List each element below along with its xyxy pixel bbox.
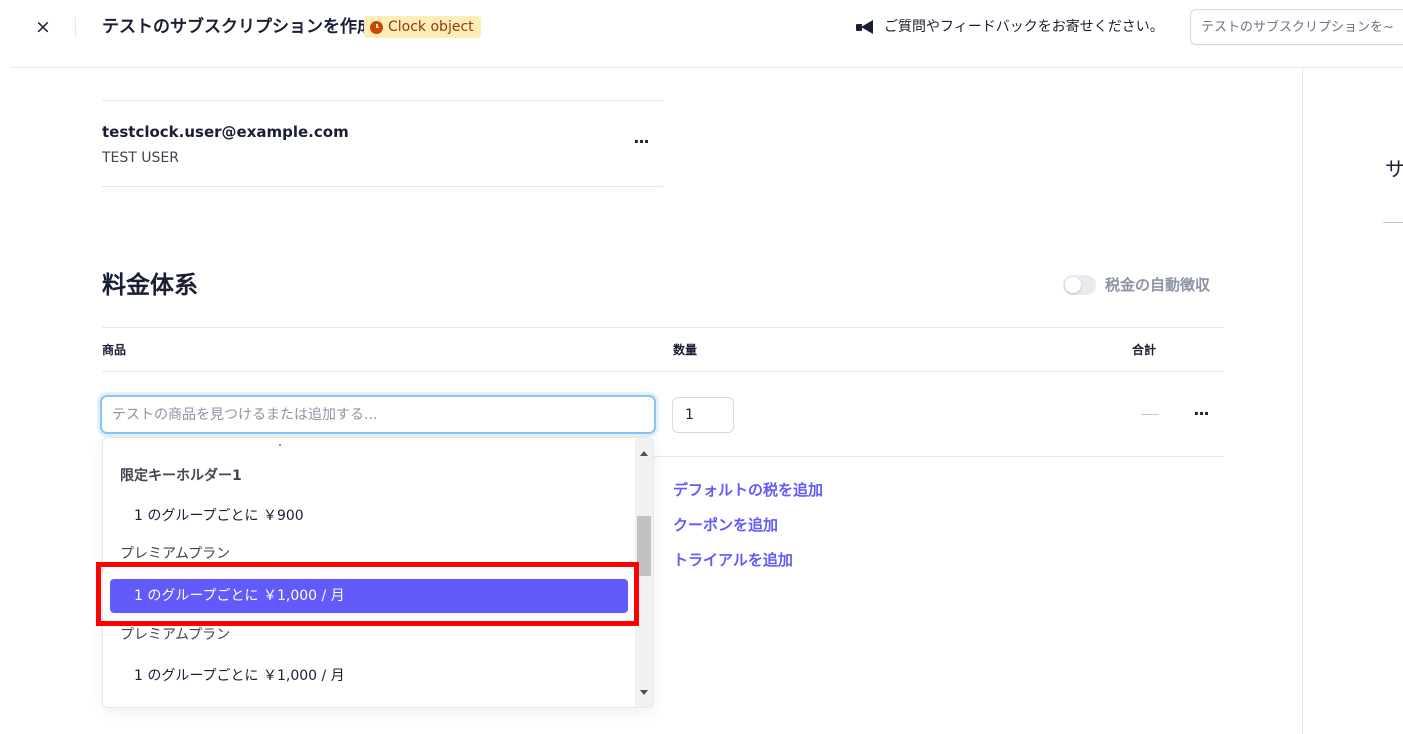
feedback-label: ご質問やフィードバックをお寄せください。 [884,19,1164,35]
product-search-input[interactable] [100,395,656,434]
customer-email: testclock.user@example.com [102,123,349,141]
table-row-divider [654,456,1224,457]
right-panel-dash [1383,222,1403,223]
header-divider-line [10,67,1403,68]
dropdown-group-label: プレミアムプラン [120,546,231,562]
clock-object-label: Clock object [388,19,474,35]
feedback-link[interactable]: ご質問やフィードバックをお寄せください。 [856,15,1164,39]
column-header-product: 商品 [102,343,127,357]
auto-tax-label: 税金の自動徴収 [1105,276,1211,294]
customer-name: TEST USER [102,150,179,166]
auto-tax-toggle-group: 税金の自動徴収 [1063,274,1210,295]
close-icon[interactable]: × [30,14,56,40]
dropdown-group-label: プレミアムプラン [120,627,231,643]
pricing-section-title: 料金体系 [102,271,198,299]
scrollbar-thumb[interactable] [637,516,651,576]
dropdown-scroll-hint [279,444,281,446]
line-item-more-icon[interactable]: ··· [1189,406,1213,427]
dropdown-group-label: 限定キーホルダー1 [120,468,242,484]
megaphone-icon [856,20,876,34]
dropdown-option[interactable]: 1 のグループごとに ￥900 [134,506,653,526]
auto-tax-toggle[interactable] [1063,274,1096,295]
clock-object-badge[interactable]: Clock object [364,16,481,38]
dropdown-option[interactable]: 1 のグループごとに ￥1,000 / 月 [134,666,653,686]
quantity-input[interactable] [672,397,734,433]
add-coupon-link[interactable]: クーポンを追加 [673,515,778,535]
clock-icon [370,20,383,34]
header-divider [75,17,76,37]
right-panel-divider [1302,68,1303,734]
total-empty-dash [1141,414,1159,415]
customer-card: testclock.user@example.com TEST USER ··· [102,100,663,187]
product-dropdown: 限定キーホルダー1 1 のグループごとに ￥900 プレミアムプラン 1 のグル… [102,437,654,708]
product-dropdown-list: 限定キーホルダー1 1 のグループごとに ￥900 プレミアムプラン 1 のグル… [103,438,635,707]
top-header: × テストのサブスクリプションを作成 Clock object ご質問やフィード… [0,0,1403,56]
add-trial-link[interactable]: トライアルを追加 [673,550,793,570]
dropdown-scrollbar[interactable] [635,438,653,707]
column-header-quantity: 数量 [673,343,698,357]
add-default-tax-link[interactable]: デフォルトの税を追加 [673,480,823,500]
customer-more-icon[interactable]: ··· [629,134,653,155]
page-title: テストのサブスクリプションを作成 [102,17,374,37]
column-header-total: 合計 [1132,343,1157,357]
subscription-search-input[interactable] [1190,9,1403,45]
right-panel-heading: サ [1385,157,1403,181]
chevron-up-icon[interactable] [640,451,648,456]
dropdown-option-selected[interactable]: 1 のグループごとに ￥1,000 / 月 [110,579,628,613]
chevron-down-icon[interactable] [640,690,648,695]
table-header-divider [102,371,1224,372]
table-top-divider [102,327,1224,328]
